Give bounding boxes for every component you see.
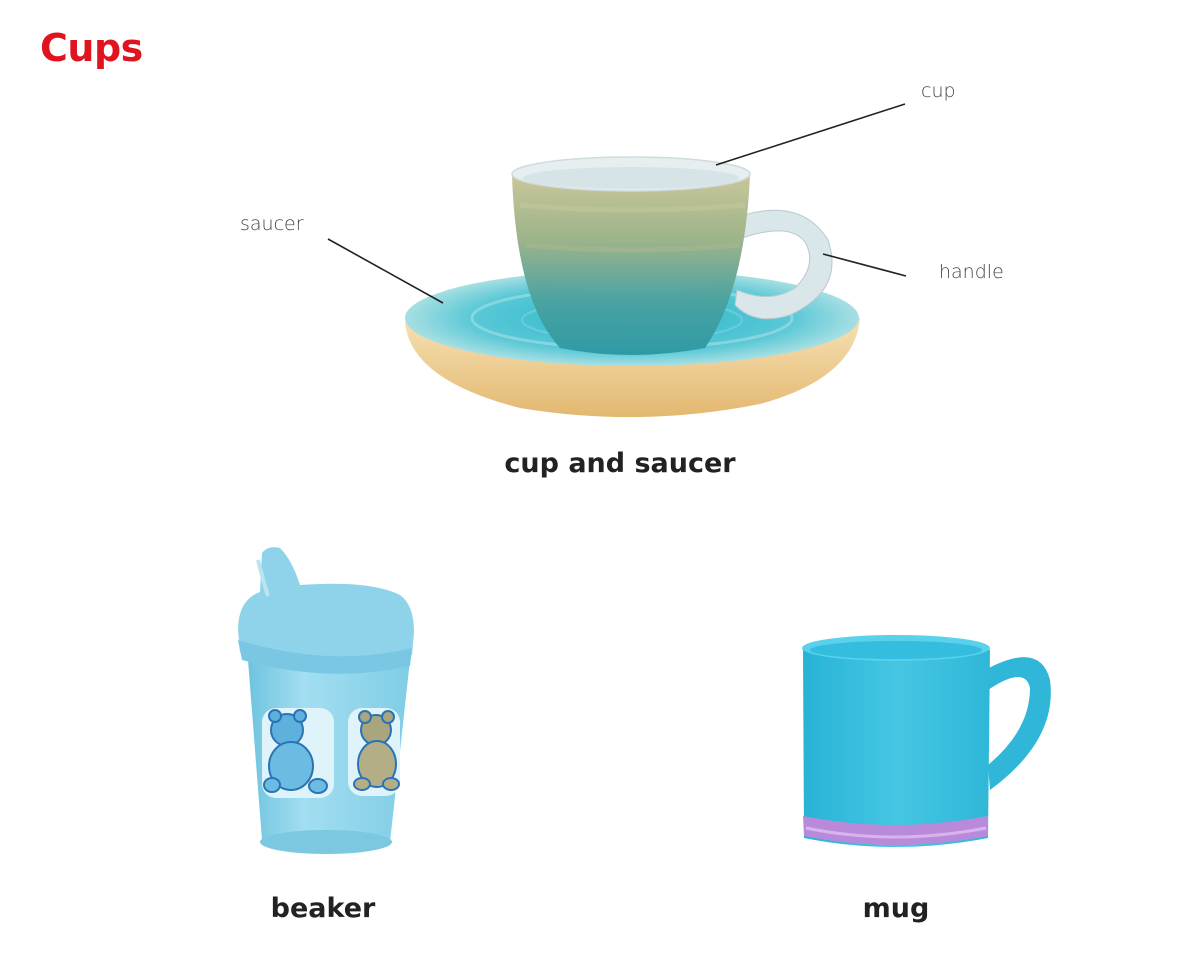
mug-illustration [802, 635, 1051, 847]
caption-beaker: beaker [270, 893, 376, 924]
saucer-leader-line [327, 238, 444, 304]
teddy-bear-sticker-1 [262, 708, 334, 798]
caption-cup-and-saucer: cup and saucer [504, 448, 736, 479]
cup-leader-line [715, 103, 906, 166]
callout-cup: cup [921, 80, 956, 102]
callout-handle: handle [939, 261, 1004, 283]
handle-leader-line [822, 253, 907, 277]
beaker-illustration [238, 547, 414, 854]
illustration-canvas [238, 103, 1051, 854]
cup [511, 156, 751, 355]
cup-and-saucer-illustration [327, 103, 907, 418]
callout-saucer: saucer [240, 213, 304, 235]
teddy-bear-sticker-2 [348, 708, 400, 796]
caption-mug: mug [862, 893, 930, 924]
